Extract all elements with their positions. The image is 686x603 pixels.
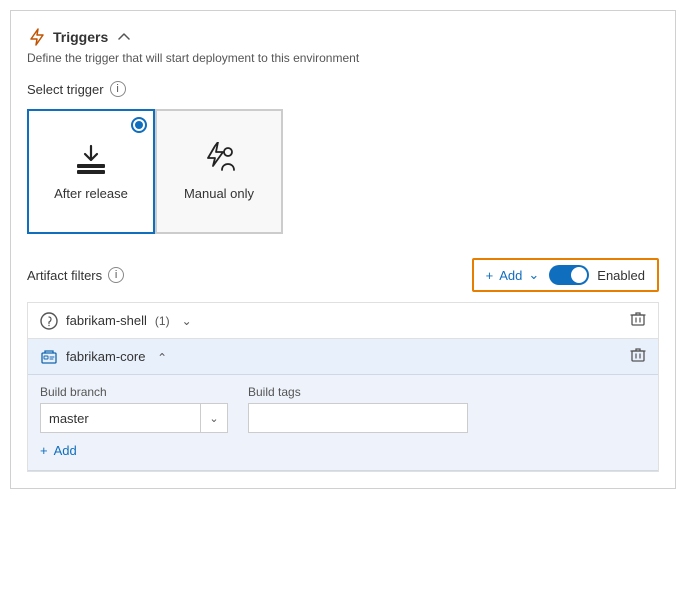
manual-only-icon — [201, 142, 237, 178]
expanded-fields: Build branch ⌄ Build tags — [40, 385, 646, 433]
fabrikam-core-delete-icon[interactable] — [630, 347, 646, 366]
add-expanded-button[interactable]: + Add — [40, 443, 77, 458]
add-expanded-icon: + — [40, 443, 48, 458]
artifact-expanded-core: Build branch ⌄ Build tags + Add — [28, 375, 658, 471]
build-icon — [40, 348, 58, 366]
select-trigger-label: Select trigger — [27, 82, 104, 97]
artifact-list: fabrikam-shell (1) ⌄ — [27, 302, 659, 472]
add-label: Add — [499, 268, 522, 283]
artifact-row-left-core: fabrikam-core ⌄ — [40, 348, 168, 366]
artifact-filters-right: + Add ⌄ Enabled — [472, 258, 659, 292]
artifact-filters-left: Artifact filters i — [27, 267, 124, 283]
build-tags-input[interactable] — [248, 403, 468, 433]
select-trigger-row: Select trigger i — [27, 81, 659, 97]
build-branch-label: Build branch — [40, 385, 228, 399]
artifact-row-left: fabrikam-shell (1) ⌄ — [40, 312, 192, 330]
toggle-container: Enabled — [549, 265, 645, 285]
after-release-card[interactable]: After release — [27, 109, 155, 234]
artifact-filters-info-icon[interactable]: i — [108, 267, 124, 283]
artifact-row-fabrikam-core: fabrikam-core ⌄ — [28, 339, 658, 375]
toggle-label: Enabled — [597, 268, 645, 283]
trigger-cards: After release Manual only — [27, 109, 659, 234]
triggers-icon — [27, 27, 47, 47]
trigger-info-icon[interactable]: i — [110, 81, 126, 97]
artifact-filters-label: Artifact filters — [27, 268, 102, 283]
artifact-filters-header: Artifact filters i + Add ⌄ Enabled — [27, 258, 659, 292]
build-tags-field-group: Build tags — [248, 385, 468, 433]
after-release-radio — [131, 117, 147, 133]
after-release-icon — [73, 142, 109, 178]
build-branch-chevron-button[interactable]: ⌄ — [200, 403, 228, 433]
github-icon — [40, 312, 58, 330]
fabrikam-shell-chevron[interactable]: ⌄ — [182, 314, 192, 328]
collapse-icon[interactable] — [116, 29, 132, 45]
fabrikam-core-chevron[interactable]: ⌄ — [157, 350, 167, 364]
build-branch-input[interactable] — [40, 403, 200, 433]
fabrikam-shell-delete-icon[interactable] — [630, 311, 646, 330]
section-title: Triggers — [53, 29, 108, 45]
fabrikam-shell-name: fabrikam-shell — [66, 313, 147, 328]
section-subtitle: Define the trigger that will start deplo… — [27, 51, 659, 65]
after-release-label: After release — [54, 186, 128, 201]
fabrikam-shell-badge: (1) — [155, 314, 170, 328]
main-panel: Triggers Define the trigger that will st… — [10, 10, 676, 489]
manual-only-card[interactable]: Manual only — [155, 109, 283, 234]
enabled-toggle[interactable] — [549, 265, 589, 285]
manual-only-label: Manual only — [184, 186, 254, 201]
build-branch-input-wrap: ⌄ — [40, 403, 228, 433]
build-branch-field-group: Build branch ⌄ — [40, 385, 228, 433]
artifact-row-fabrikam-shell: fabrikam-shell (1) ⌄ — [28, 303, 658, 339]
build-tags-label: Build tags — [248, 385, 468, 399]
add-artifact-filter-button[interactable]: + Add ⌄ — [486, 267, 540, 283]
add-chevron-icon: ⌄ — [528, 267, 539, 283]
add-icon: + — [486, 268, 494, 283]
triggers-header: Triggers — [27, 27, 659, 47]
fabrikam-core-name: fabrikam-core — [66, 349, 145, 364]
add-expanded-label: Add — [54, 443, 77, 458]
